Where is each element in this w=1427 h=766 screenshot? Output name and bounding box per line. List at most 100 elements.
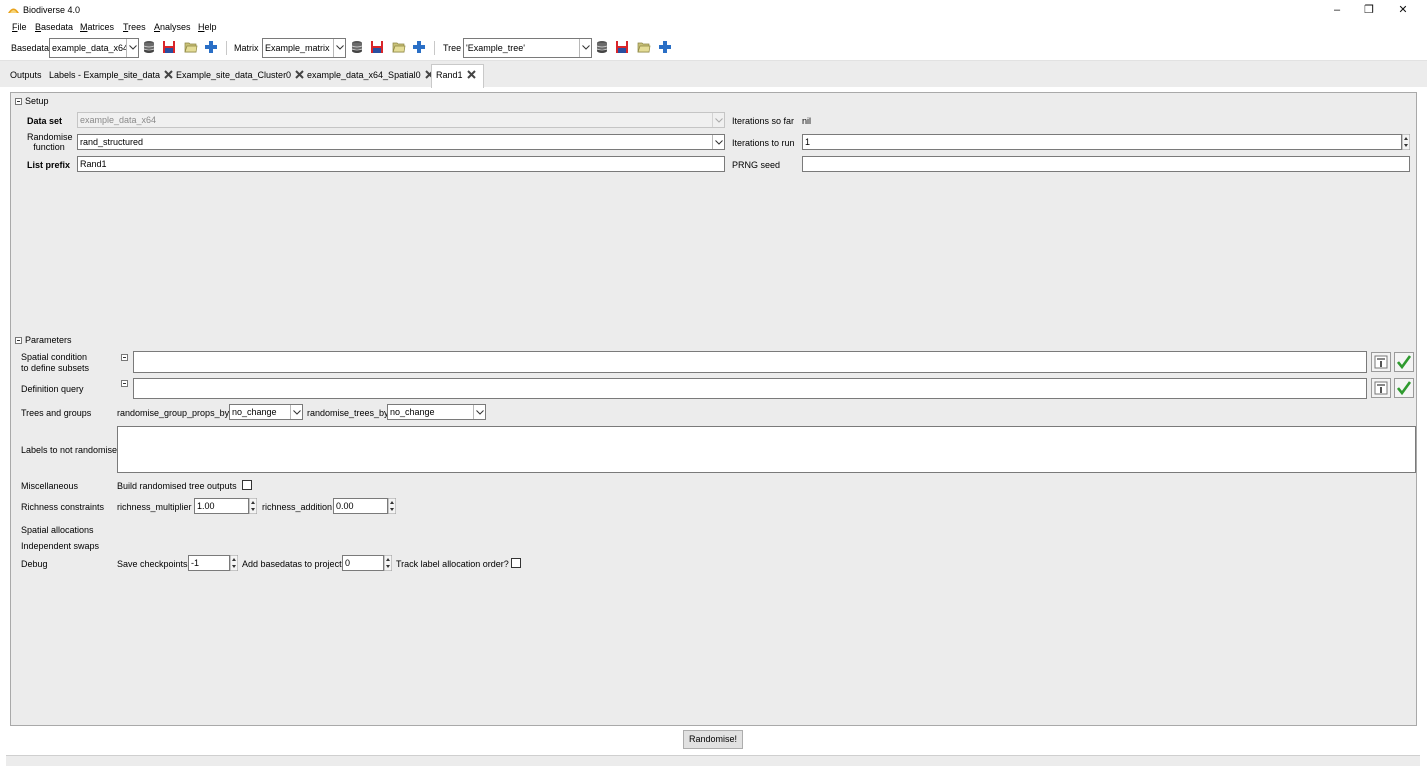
save-checkpoints-spin-buttons[interactable]: [230, 555, 238, 571]
tab-label: Labels - Example_site_data: [49, 70, 161, 80]
chevron-down-icon: [126, 39, 138, 57]
tab-rand1[interactable]: Rand1: [431, 64, 484, 88]
add-basedatas-label: Add basedatas to project: [242, 559, 342, 569]
iterations-to-run-label: Iterations to run: [732, 138, 795, 148]
chevron-down-icon: [712, 135, 724, 149]
tab-label: Example_site_data_Cluster0: [176, 70, 292, 80]
tab-example-site-data-cluster0[interactable]: Example_site_data_Cluster0: [172, 65, 304, 88]
build-tree-outputs-label: Build randomised tree outputs: [117, 481, 237, 491]
save-icon[interactable]: [162, 40, 176, 54]
list-prefix-input[interactable]: Rand1: [77, 156, 725, 172]
maximize-button[interactable]: ❐: [1354, 2, 1384, 18]
data-set-select: example_data_x64: [77, 112, 725, 128]
labels-not-randomise-textarea[interactable]: [117, 426, 1416, 473]
iterations-spin-buttons[interactable]: [1402, 134, 1410, 150]
randomise-trees-by-value: no_change: [390, 407, 435, 417]
menu-basedata[interactable]: Basedata: [35, 22, 73, 32]
add-icon[interactable]: [658, 40, 672, 54]
spatial-condition-label: Spatial condition to define subsets: [21, 352, 90, 373]
iterations-to-run-input[interactable]: 1: [802, 134, 1402, 150]
richness-addition-input[interactable]: 0.00: [333, 498, 388, 514]
definition-query-label: Definition query: [21, 384, 84, 394]
menu-file[interactable]: File: [12, 22, 27, 32]
minimize-button[interactable]: –: [1322, 2, 1352, 18]
randomise-group-props-by-select[interactable]: no_change: [229, 404, 303, 420]
richness-addition-spin-buttons[interactable]: [388, 498, 396, 514]
collapse-icon: [15, 98, 22, 105]
toolbar-separator: [434, 41, 435, 55]
save-checkpoints-value: -1: [191, 558, 200, 568]
open-folder-icon[interactable]: [637, 40, 651, 54]
prng-seed-label: PRNG seed: [732, 160, 781, 170]
app-logo-icon: [8, 8, 19, 13]
tab-label: Outputs: [10, 70, 42, 80]
definition-query-help-button[interactable]: [1371, 378, 1391, 398]
menu-trees[interactable]: Trees: [123, 22, 146, 32]
randomisation-panel: Setup Data set example_data_x64 Randomis…: [10, 92, 1417, 726]
menu-help[interactable]: Help: [198, 22, 217, 32]
tab-label: Rand1: [436, 70, 463, 80]
tab-labels-example-site-data[interactable]: Labels - Example_site_data: [45, 65, 173, 88]
richness-multiplier-label: richness_multiplier: [117, 502, 192, 512]
tab-outputs[interactable]: Outputs: [6, 65, 42, 88]
menu-analyses[interactable]: Analyses: [154, 22, 191, 32]
data-set-label: Data set: [27, 116, 63, 126]
definition-query-input[interactable]: [133, 378, 1367, 399]
save-checkpoints-label: Save checkpoints: [117, 559, 188, 569]
database-icon[interactable]: [595, 40, 609, 54]
collapse-icon: [15, 337, 22, 344]
close-tab-icon[interactable]: [466, 70, 476, 79]
chevron-down-icon: [712, 113, 724, 127]
collapse-icon[interactable]: [121, 354, 128, 361]
add-basedatas-input[interactable]: 0: [342, 555, 384, 571]
matrix-select[interactable]: Example_matrix: [262, 38, 346, 58]
add-icon[interactable]: [412, 40, 426, 54]
basedata-select[interactable]: example_data_x64: [49, 38, 139, 58]
save-checkpoints-input[interactable]: -1: [188, 555, 230, 571]
chevron-down-icon: [473, 405, 485, 419]
menu-matrices[interactable]: Matrices: [80, 22, 114, 32]
setup-expander[interactable]: Setup: [15, 96, 49, 106]
iterations-so-far-value: nil: [802, 116, 812, 126]
database-icon[interactable]: [142, 40, 156, 54]
basedata-select-value: example_data_x64: [52, 43, 129, 53]
randomise-function-label: Randomise function: [27, 132, 73, 152]
randomise-function-select[interactable]: rand_structured: [77, 134, 725, 150]
list-prefix-value: Rand1: [80, 159, 107, 169]
save-icon[interactable]: [615, 40, 629, 54]
open-folder-icon[interactable]: [392, 40, 406, 54]
randomise-trees-by-select[interactable]: no_change: [387, 404, 486, 420]
chevron-down-icon: [290, 405, 302, 419]
database-icon[interactable]: [350, 40, 364, 54]
save-icon[interactable]: [370, 40, 384, 54]
iterations-to-run-value: 1: [805, 137, 811, 147]
tree-select[interactable]: 'Example_tree': [463, 38, 592, 58]
spatial-condition-input[interactable]: [133, 351, 1367, 373]
spatial-condition-check-button[interactable]: [1394, 352, 1414, 372]
collapse-icon[interactable]: [121, 380, 128, 387]
parameters-expander[interactable]: Parameters: [15, 335, 72, 345]
trees-and-groups-label: Trees and groups: [21, 408, 92, 418]
build-tree-outputs-checkbox[interactable]: [242, 480, 252, 490]
randomise-button[interactable]: Randomise!: [683, 730, 743, 749]
track-label-order-checkbox[interactable]: [511, 558, 521, 568]
richness-multiplier-input[interactable]: 1.00: [194, 498, 249, 514]
parameters-header: Parameters: [25, 335, 72, 345]
independent-swaps-label: Independent swaps: [21, 541, 100, 551]
spatial-allocations-label: Spatial allocations: [21, 525, 94, 535]
labels-not-randomise-label: Labels to not randomise: [21, 445, 118, 455]
definition-query-check-button[interactable]: [1394, 378, 1414, 398]
prng-seed-input[interactable]: [802, 156, 1410, 172]
add-icon[interactable]: [204, 40, 218, 54]
open-folder-icon[interactable]: [184, 40, 198, 54]
chevron-down-icon: [333, 39, 345, 57]
tab-example-data-x64-spatial0[interactable]: example_data_x64_Spatial0: [303, 65, 434, 88]
add-basedatas-spin-buttons[interactable]: [384, 555, 392, 571]
richness-multiplier-spin-buttons[interactable]: [249, 498, 257, 514]
tab-label: example_data_x64_Spatial0: [307, 70, 421, 80]
tree-label: Tree: [443, 43, 462, 53]
close-window-button[interactable]: ✕: [1388, 2, 1418, 18]
menu-bar: File Basedata Matrices Trees Analyses He…: [0, 20, 1427, 36]
spatial-condition-help-button[interactable]: [1371, 352, 1391, 372]
miscellaneous-label: Miscellaneous: [21, 481, 79, 491]
